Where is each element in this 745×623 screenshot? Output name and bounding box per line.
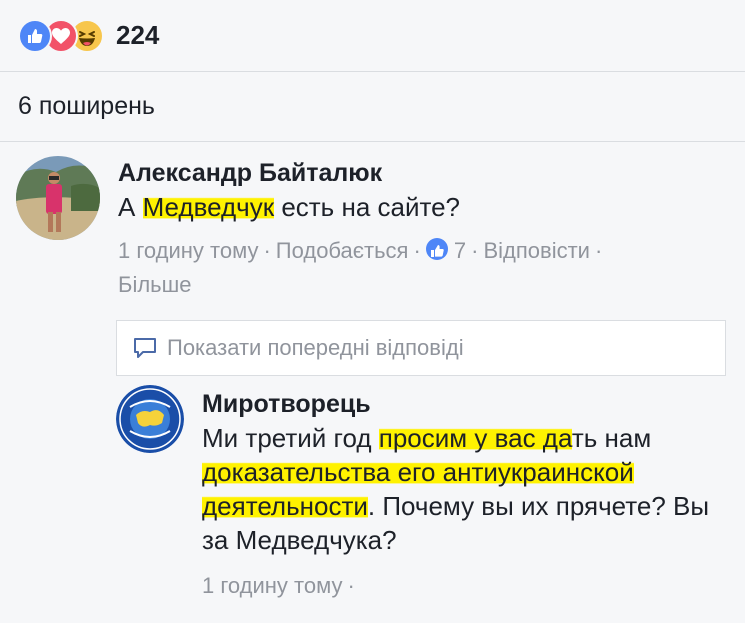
separator: · bbox=[594, 238, 603, 263]
separator: · bbox=[347, 573, 355, 598]
comment-text: А Медведчук есть на сайте? bbox=[118, 190, 607, 224]
reaction-count[interactable]: 224 bbox=[116, 20, 159, 51]
comment-time[interactable]: 1 годину тому bbox=[202, 573, 342, 598]
comment-meta: 1 годину тому · Подобається · 7 · Відповісти ·… bbox=[118, 234, 607, 302]
like-icon bbox=[18, 18, 52, 53]
comment-text-part: есть на сайте? bbox=[274, 192, 461, 222]
comment-text-part: ть нам bbox=[571, 423, 652, 453]
reactions-bar[interactable]: 224 bbox=[0, 0, 745, 72]
comment-text-part: Ми третий год bbox=[202, 423, 379, 453]
separator: · bbox=[471, 238, 479, 263]
avatar[interactable] bbox=[16, 156, 100, 240]
like-count[interactable]: 7 bbox=[454, 238, 466, 263]
comment-body: Миротворець Ми третий год просим у вас д… bbox=[202, 387, 742, 603]
separator: · bbox=[413, 238, 421, 263]
comment-time[interactable]: 1 годину тому bbox=[118, 238, 258, 263]
show-previous-replies-label: Показати попередні відповіді bbox=[167, 335, 464, 360]
like-action[interactable]: Подобається bbox=[276, 238, 409, 263]
shares-count[interactable]: 6 поширень bbox=[18, 92, 155, 121]
comment-text: Ми третий год просим у вас дать нам дока… bbox=[202, 421, 742, 557]
reply-action[interactable]: Відповісти bbox=[483, 238, 590, 263]
separator: · bbox=[263, 238, 271, 263]
comment-text-highlight: Медведчук bbox=[142, 192, 275, 222]
comment-meta: 1 годину тому · bbox=[202, 569, 742, 603]
more-action[interactable]: Більше bbox=[118, 272, 192, 297]
show-previous-replies-button[interactable]: Показати попередні відповіді bbox=[116, 320, 726, 376]
shares-bar[interactable]: 6 поширень bbox=[0, 72, 745, 142]
like-icon[interactable] bbox=[425, 238, 448, 260]
comment-bubble-icon bbox=[133, 337, 157, 359]
comment-author[interactable]: Миротворець bbox=[202, 387, 742, 421]
comment-text-part: А bbox=[118, 192, 143, 222]
avatar[interactable] bbox=[116, 385, 184, 453]
reaction-icons bbox=[18, 18, 104, 53]
comment-text-highlight: просим у вас да bbox=[378, 423, 572, 453]
comment-author[interactable]: Александр Байталюк bbox=[118, 156, 607, 190]
comment-body: Александр Байталюк А Медведчук есть на с… bbox=[118, 156, 607, 302]
